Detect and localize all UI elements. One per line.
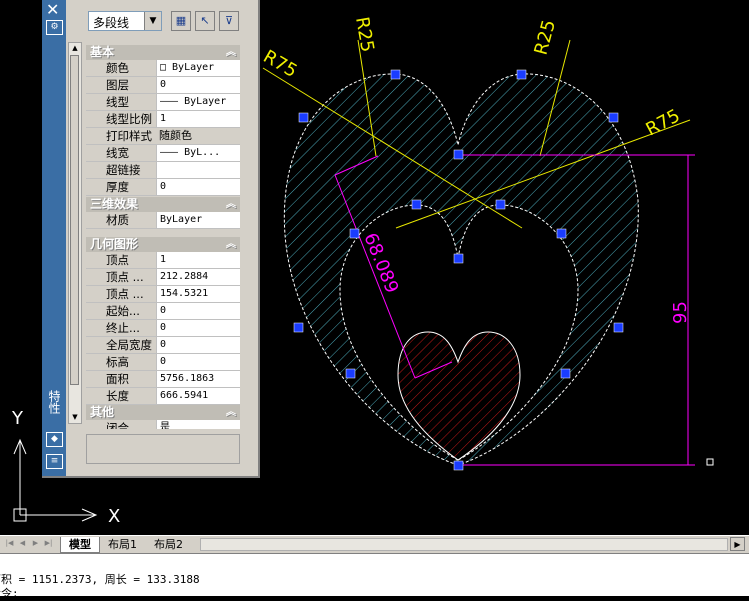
command-prompt[interactable]: 命令: xyxy=(0,585,19,601)
tab-layout1[interactable]: 布局1 xyxy=(100,537,145,552)
auto-hide-icon[interactable]: ◆ xyxy=(46,432,63,447)
prop-row[interactable]: 面积 5756.1863 xyxy=(86,371,240,388)
section-basic-header[interactable]: 基本 ︽ xyxy=(86,45,240,60)
section-3d-effects: 三维效果 ︽ 材质 ByLayer xyxy=(86,197,240,229)
grip[interactable] xyxy=(453,149,464,160)
pickadd-toggle-button[interactable]: ⊽ xyxy=(219,11,239,31)
description-box xyxy=(86,434,240,464)
collapse-icon[interactable]: ︽ xyxy=(226,197,236,212)
dim-vertical-95[interactable]: 95 xyxy=(670,301,691,324)
tab-model[interactable]: 模型 xyxy=(60,537,100,553)
grip[interactable] xyxy=(293,322,304,333)
chevron-down-icon[interactable]: ▼ xyxy=(144,12,161,30)
prop-row[interactable]: 超链接 xyxy=(86,162,240,179)
prop-row[interactable]: 起始... 0 xyxy=(86,303,240,320)
grip[interactable] xyxy=(345,368,356,379)
close-icon[interactable]: ✕ xyxy=(46,0,59,19)
section-geometry: 几何图形 ︽ 顶点 1 顶点 ... 212.2884 顶点 ... 154.5321 … xyxy=(86,237,240,405)
prop-row[interactable]: 打印样式 随颜色 xyxy=(86,128,240,145)
collapse-icon[interactable]: ︽ xyxy=(226,45,236,60)
grip[interactable] xyxy=(453,253,464,264)
section-3d-header[interactable]: 三维效果 ︽ xyxy=(86,197,240,212)
prop-row[interactable]: 材质 ByLayer xyxy=(86,212,240,229)
section-other-header[interactable]: 其他 ︽ xyxy=(86,405,240,420)
grip[interactable] xyxy=(613,322,624,333)
palette-scrollbar[interactable]: ▲ ▼ xyxy=(68,42,82,424)
dim-r25-right[interactable]: R25 xyxy=(531,18,560,58)
object-type-value: 多段线 xyxy=(93,16,130,30)
first-tab-icon[interactable]: |◀ xyxy=(4,538,15,549)
command-history-line: 面积 = 1151.2373, 周长 = 133.3188 xyxy=(0,573,200,586)
tab-layout2[interactable]: 布局2 xyxy=(146,537,191,552)
prop-row[interactable]: 闭合是 xyxy=(86,420,240,429)
prop-row[interactable]: 长度 666.5941 xyxy=(86,388,240,405)
prop-row[interactable]: 线宽 ——— ByL... xyxy=(86,145,240,162)
section-geometry-header[interactable]: 几何图形 ︽ xyxy=(86,237,240,252)
palette-title-strip[interactable]: ✕ ⚙ 特性 ◆ ≡ xyxy=(42,0,66,476)
prop-row[interactable]: 顶点 ... 154.5321 xyxy=(86,286,240,303)
last-tab-icon[interactable]: ▶| xyxy=(43,538,54,549)
prop-row[interactable]: 厚度 0 xyxy=(86,179,240,196)
prev-tab-icon[interactable]: ◀ xyxy=(17,538,28,549)
ucs-y-label: Y xyxy=(11,408,24,429)
pickbox xyxy=(706,458,714,466)
collapse-icon[interactable]: ︽ xyxy=(226,237,236,252)
properties-menu-icon[interactable]: ≡ xyxy=(46,454,63,469)
palette-icon: ⚙ xyxy=(46,20,63,35)
prop-row[interactable]: 标高 0 xyxy=(86,354,240,371)
prop-row[interactable]: 线型 ——— ByLayer xyxy=(86,94,240,111)
prop-row[interactable]: 图层 0 xyxy=(86,77,240,94)
prop-row[interactable]: 顶点 1 xyxy=(86,252,240,269)
section-basic: 基本 ︽ 颜色 □ ByLayer 图层 0 线型 ——— ByLayer 线型比例 1 … xyxy=(86,45,240,196)
scroll-up-icon[interactable]: ▲ xyxy=(69,43,81,54)
ucs-x-label: X xyxy=(108,506,120,527)
grip[interactable] xyxy=(556,228,567,239)
prop-row[interactable]: 颜色 □ ByLayer xyxy=(86,60,240,77)
scroll-right-icon[interactable]: ▶ xyxy=(730,537,745,551)
prop-row[interactable]: 终止... 0 xyxy=(86,320,240,337)
prop-row[interactable]: 顶点 ... 212.2884 xyxy=(86,269,240,286)
grip[interactable] xyxy=(349,228,360,239)
palette-title: 特性 xyxy=(47,390,61,414)
grip[interactable] xyxy=(390,69,401,80)
grip[interactable] xyxy=(495,199,506,210)
next-tab-icon[interactable]: ▶ xyxy=(30,538,41,549)
quick-select-button[interactable]: ▦ xyxy=(171,11,191,31)
grip[interactable] xyxy=(516,69,527,80)
properties-palette[interactable]: ✕ ⚙ 特性 ◆ ≡ ▲ ▼ 多段线 ▼ ▦ ↖ ⊽ 基本 ︽ 颜色 □ ByLay… xyxy=(42,0,260,478)
collapse-icon[interactable]: ︽ xyxy=(226,405,236,420)
horizontal-scrollbar[interactable] xyxy=(200,538,728,551)
grip[interactable] xyxy=(560,368,571,379)
grip[interactable] xyxy=(298,112,309,123)
object-type-dropdown[interactable]: 多段线 ▼ xyxy=(88,11,162,31)
grip[interactable] xyxy=(411,199,422,210)
scroll-down-icon[interactable]: ▼ xyxy=(69,412,81,423)
grip[interactable] xyxy=(453,460,464,471)
grip[interactable] xyxy=(608,112,619,123)
prop-row[interactable]: 全局宽度 0 xyxy=(86,337,240,354)
layout-tab-bar: |◀ ◀ ▶ ▶| 模型 布局1 布局2 ▶ xyxy=(0,535,749,553)
section-other: 其他 ︽ 闭合是 xyxy=(86,405,240,429)
scroll-thumb[interactable] xyxy=(70,55,79,385)
command-line[interactable]: 面积 = 1151.2373, 周长 = 133.3188 命令: xyxy=(0,553,749,600)
prop-row[interactable]: 线型比例 1 xyxy=(86,111,240,128)
dim-r25-left[interactable]: R25 xyxy=(351,15,378,54)
select-objects-button[interactable]: ↖ xyxy=(195,11,215,31)
